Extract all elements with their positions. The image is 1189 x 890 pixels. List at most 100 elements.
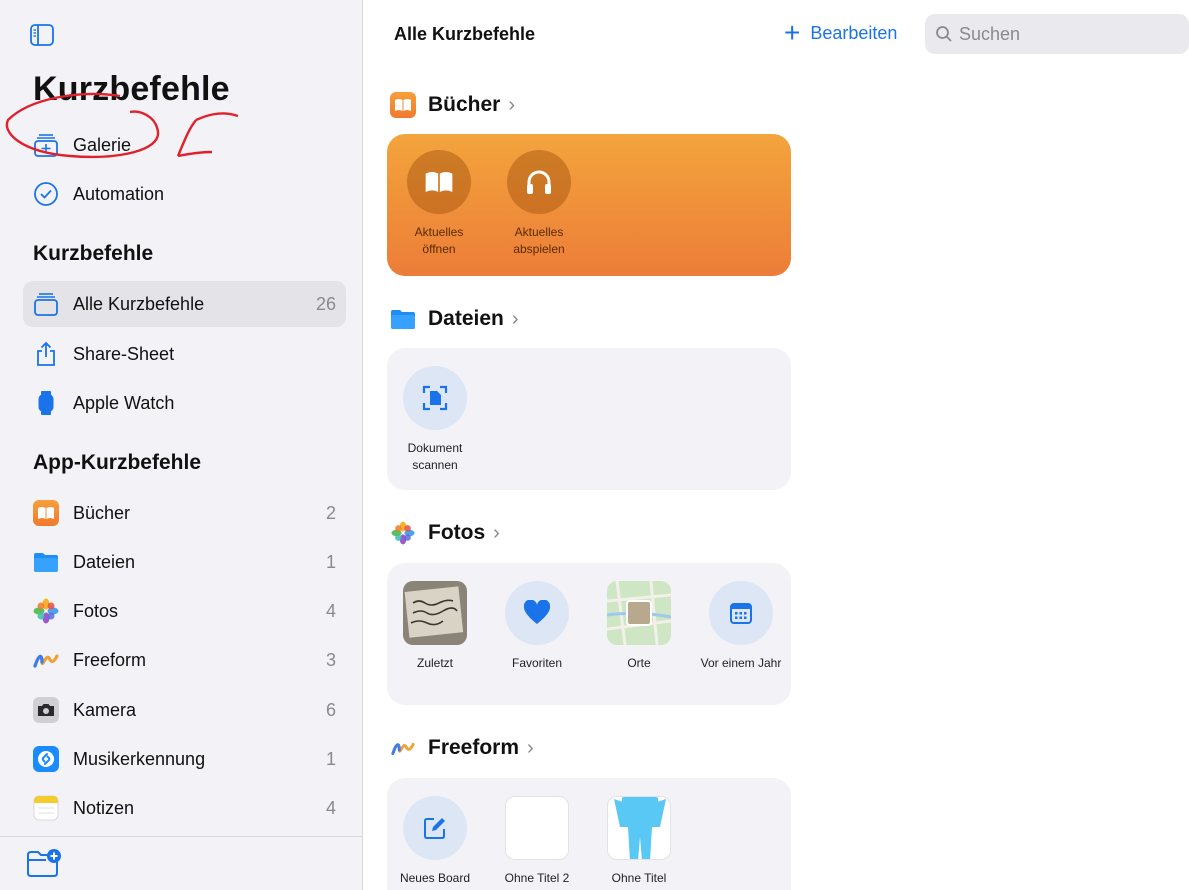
- freeform-icon: [33, 647, 59, 673]
- tile-orte[interactable]: Orte: [597, 581, 681, 672]
- sidebar-item-label: Freeform: [73, 649, 147, 670]
- tile-zuletzt[interactable]: Zuletzt: [393, 581, 477, 672]
- section-header-app-kurzbefehle: App-Kurzbefehle: [33, 451, 201, 474]
- section-title: Fotos: [428, 521, 486, 544]
- automation-clock-icon: [33, 181, 59, 207]
- sidebar-item-buecher[interactable]: Bücher 2: [23, 490, 346, 536]
- tile-aktuelles-oeffnen[interactable]: Aktuelles öffnen: [397, 150, 481, 258]
- item-count: 6: [325, 699, 336, 720]
- tile-label: Neues Board: [399, 871, 471, 885]
- plus-icon: +: [784, 17, 801, 48]
- recent-photo-thumbnail: [403, 581, 467, 645]
- notes-icon: [33, 795, 59, 821]
- freeform-icon: [390, 735, 416, 761]
- section-freeform-header[interactable]: Freeform ›: [390, 735, 534, 761]
- book-open-icon: [407, 150, 471, 214]
- tile-label: Aktuelles abspielen: [513, 225, 565, 256]
- sidebar-item-fotos[interactable]: Fotos 4: [23, 588, 346, 634]
- sidebar-item-dateien[interactable]: Dateien 1: [23, 539, 346, 585]
- compose-icon: [403, 796, 467, 860]
- tile-aktuelles-abspielen[interactable]: Aktuelles abspielen: [497, 150, 581, 258]
- sidebar-item-galerie[interactable]: Galerie: [23, 122, 346, 168]
- watch-icon: [33, 390, 59, 416]
- sidebar-item-kamera[interactable]: Kamera 6: [23, 687, 346, 733]
- sidebar-item-automation[interactable]: Automation: [23, 171, 346, 217]
- files-icon: [390, 306, 416, 332]
- gallery-icon: [33, 132, 59, 158]
- tile-label: Favoriten: [511, 656, 563, 670]
- sidebar-item-label: Apple Watch: [73, 392, 175, 413]
- sidebar-toggle-icon[interactable]: [30, 24, 54, 46]
- tile-ohne-titel[interactable]: Ohne Titel: [597, 796, 681, 887]
- item-count: 26: [315, 293, 336, 314]
- sidebar-footer: [0, 836, 362, 890]
- tile-label: Zuletzt: [416, 656, 453, 670]
- sidebar-item-label: Galerie: [73, 134, 132, 155]
- tile-label: Orte: [627, 656, 651, 670]
- tile-dokument-scannen[interactable]: Dokument scannen: [393, 366, 477, 474]
- item-count: 3: [325, 649, 336, 670]
- tile-vor-einem-jahr[interactable]: Vor einem Jahr: [699, 581, 783, 672]
- search-input[interactable]: [959, 23, 1179, 45]
- sidebar-item-alle-kurzbefehle[interactable]: Alle Kurzbefehle 26: [23, 281, 346, 327]
- freeform-card: Neues Board Ohne Titel 2 Ohne Titel: [387, 778, 791, 890]
- share-icon: [33, 341, 59, 367]
- chevron-right-icon: ›: [511, 307, 519, 330]
- books-card: Aktuelles öffnen Aktuelles abspielen: [387, 134, 791, 276]
- sidebar-item-label: Dateien: [73, 551, 136, 572]
- sidebar-item-musikerkennung[interactable]: Musikerkennung 1: [23, 736, 346, 782]
- document-scan-icon: [403, 366, 467, 430]
- tile-label: Vor einem Jahr: [700, 656, 782, 670]
- stack-icon: [33, 291, 59, 317]
- item-count: 1: [325, 748, 336, 769]
- tile-label: Ohne Titel: [611, 871, 667, 885]
- shortcuts-app: Kurzbefehle Galerie Automation Kurzbefeh…: [0, 0, 1189, 890]
- tile-label: Dokument scannen: [407, 441, 463, 472]
- section-header-kurzbefehle: Kurzbefehle: [33, 242, 154, 265]
- calendar-icon: [709, 581, 773, 645]
- sidebar-item-apple-watch[interactable]: Apple Watch: [23, 380, 346, 426]
- sidebar-title: Kurzbefehle: [33, 70, 230, 108]
- figure-board-thumbnail: [607, 796, 671, 860]
- chevron-right-icon: ›: [508, 93, 516, 116]
- item-count: 2: [325, 502, 336, 523]
- sidebar-item-label: Bücher: [73, 502, 131, 523]
- sidebar-item-label: Musikerkennung: [73, 748, 206, 769]
- tile-ohne-titel-2[interactable]: Ohne Titel 2: [495, 796, 579, 887]
- heart-icon: [505, 581, 569, 645]
- files-card: Dokument scannen: [387, 348, 791, 490]
- edit-label: Bearbeiten: [810, 22, 898, 43]
- sidebar-item-freeform[interactable]: Freeform 3: [23, 637, 346, 683]
- item-count: 1: [325, 551, 336, 572]
- photos-icon: [33, 598, 59, 624]
- sidebar-item-label: Fotos: [73, 600, 119, 621]
- tile-neues-board[interactable]: Neues Board: [393, 796, 477, 887]
- search-field[interactable]: [925, 14, 1189, 54]
- sidebar: Kurzbefehle Galerie Automation Kurzbefeh…: [0, 0, 363, 890]
- section-buecher-header[interactable]: Bücher ›: [390, 92, 515, 118]
- sidebar-item-share-sheet[interactable]: Share-Sheet: [23, 331, 346, 377]
- sidebar-item-label: Notizen: [73, 797, 135, 818]
- tile-favoriten[interactable]: Favoriten: [495, 581, 579, 672]
- edit-button[interactable]: + Bearbeiten: [784, 17, 898, 48]
- map-thumbnail: [607, 581, 671, 645]
- new-folder-icon[interactable]: [26, 847, 62, 879]
- item-count: 4: [325, 600, 336, 621]
- search-icon: [936, 26, 952, 42]
- sidebar-item-notizen[interactable]: Notizen 4: [23, 785, 346, 831]
- section-fotos-header[interactable]: Fotos ›: [390, 520, 500, 546]
- files-icon: [33, 549, 59, 575]
- section-title: Bücher: [428, 93, 501, 116]
- shazam-icon: [33, 746, 59, 772]
- chevron-right-icon: ›: [493, 521, 500, 544]
- tile-label: Aktuelles öffnen: [414, 225, 464, 256]
- sidebar-item-label: Automation: [73, 183, 165, 204]
- tile-label: Ohne Titel 2: [504, 871, 570, 885]
- page-title: Alle Kurzbefehle: [394, 24, 536, 44]
- books-icon: [390, 92, 416, 118]
- headphones-icon: [507, 150, 571, 214]
- sidebar-item-label: Alle Kurzbefehle: [73, 293, 205, 314]
- sidebar-item-label: Share-Sheet: [73, 343, 175, 364]
- section-dateien-header[interactable]: Dateien ›: [390, 306, 519, 332]
- item-count: 4: [325, 797, 336, 818]
